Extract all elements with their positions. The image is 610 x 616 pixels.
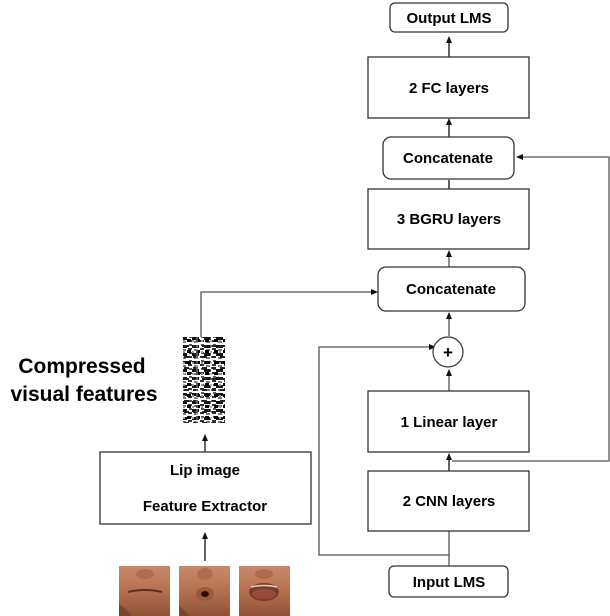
arrowhead xyxy=(446,36,452,43)
annotation-line2: visual features xyxy=(10,383,157,406)
lip-frame-closed xyxy=(119,566,170,616)
node-linear-layer-label: 1 Linear layer xyxy=(401,414,498,431)
node-cnn-layers-label: 2 CNN layers xyxy=(403,493,496,510)
node-lip-extractor-line2: Feature Extractor xyxy=(143,498,267,515)
lip-frame-rounded xyxy=(179,566,230,616)
node-input-lms-label: Input LMS xyxy=(413,574,485,591)
lip-frames xyxy=(119,566,290,616)
node-add-op: + xyxy=(432,336,464,368)
arrowhead xyxy=(516,154,523,160)
arrowhead xyxy=(202,532,208,539)
arrowhead xyxy=(446,369,452,376)
node-concat-bottom-label: Concatenate xyxy=(406,281,496,298)
arrowhead xyxy=(446,250,452,257)
node-bgru-layers-label: 3 BGRU layers xyxy=(397,211,501,228)
node-concat-top: Concatenate xyxy=(382,136,515,180)
lip-frame-open xyxy=(239,566,290,616)
node-concat-bottom: Concatenate xyxy=(377,266,526,312)
annotation-compressed-visual-features: Compressed visual features xyxy=(10,355,157,406)
annotation-line1: Compressed xyxy=(18,355,145,378)
node-output-lms: Output LMS xyxy=(389,2,509,33)
edge-features-to-concat-bottom xyxy=(200,291,372,337)
node-cnn-layers: 2 CNN layers xyxy=(367,470,530,532)
node-fc-layers: 2 FC layers xyxy=(367,56,530,119)
node-bgru-layers: 3 BGRU layers xyxy=(367,188,530,250)
arrowhead xyxy=(202,434,208,441)
node-concat-top-label: Concatenate xyxy=(403,150,493,167)
add-icon: + xyxy=(443,343,453,362)
arrowhead xyxy=(446,312,452,319)
compressed-feature-map-image xyxy=(183,337,225,423)
node-output-lms-label: Output LMS xyxy=(407,10,492,27)
node-lip-extractor: Lip image Feature Extractor xyxy=(99,451,312,525)
node-linear-layer: 1 Linear layer xyxy=(367,390,530,453)
arrowhead xyxy=(371,289,378,295)
architecture-diagram: Output LMS 2 FC layers Concatenate 3 BGR… xyxy=(10,2,610,616)
node-fc-layers-label: 2 FC layers xyxy=(409,80,489,97)
arrowhead xyxy=(446,453,452,460)
arrowhead xyxy=(446,118,452,125)
node-input-lms: Input LMS xyxy=(388,565,509,598)
node-lip-extractor-line1: Lip image xyxy=(170,462,240,479)
